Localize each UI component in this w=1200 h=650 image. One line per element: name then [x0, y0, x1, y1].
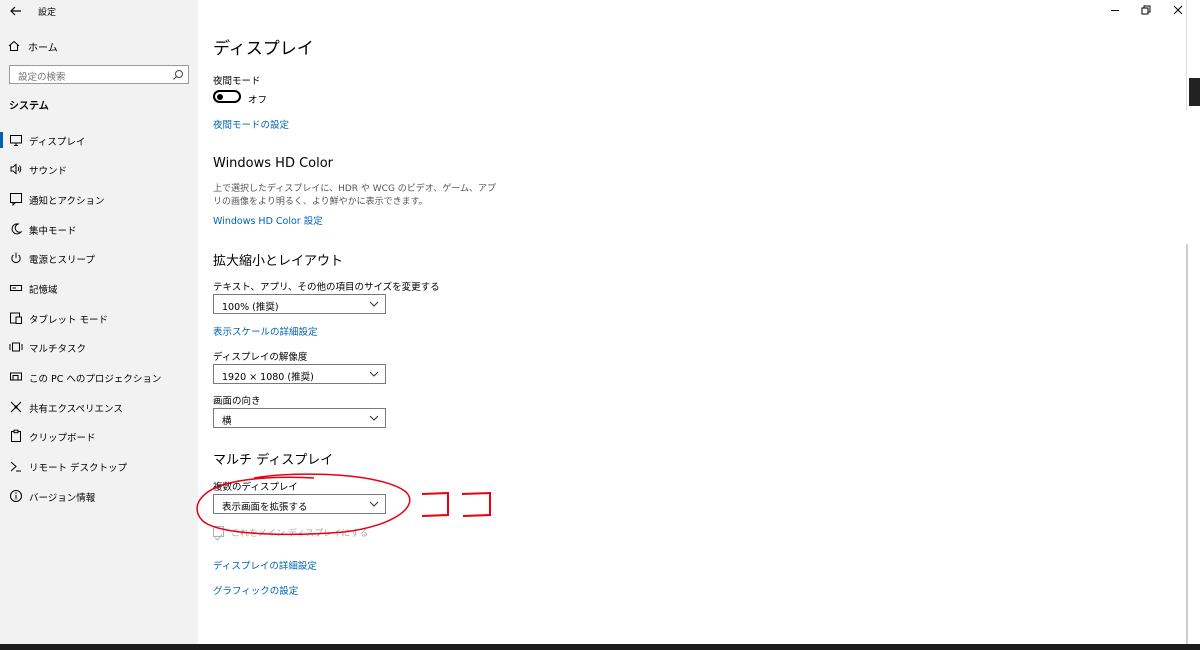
remote-icon	[10, 461, 21, 472]
indicator	[0, 191, 3, 207]
red-circle-annotation	[196, 473, 411, 536]
night-mode-state: オフ	[248, 95, 268, 106]
sidebar-item-label: 記憶域	[29, 285, 58, 296]
sidebar-item-label: マルチタスク	[29, 344, 87, 355]
clipboard-icon	[11, 429, 21, 442]
indicator	[0, 399, 3, 415]
indicator	[0, 221, 3, 237]
hd-color-description: 上で選択したディスプレイに、HDR や WCG のビデオ、ゲーム、アプリの画像を…	[213, 184, 496, 207]
sidebar-item-label: クリップボード	[29, 433, 96, 444]
sidebar-item-label: 通知とアクション	[29, 196, 105, 207]
sidebar-item-label: 電源とスリープ	[29, 255, 95, 266]
night-mode-settings-link[interactable]: 夜間モードの設定	[213, 117, 289, 131]
projection-icon	[10, 372, 22, 381]
night-mode-label: 夜間モード	[213, 76, 261, 87]
indicator	[0, 339, 3, 355]
indicator	[0, 250, 3, 266]
indicator	[0, 488, 3, 504]
multi-display-heading: マルチ ディスプレイ	[213, 453, 334, 468]
chevron-down-icon	[369, 371, 379, 377]
speaker-icon	[10, 163, 22, 175]
home-label: ホーム	[28, 42, 58, 54]
sidebar-item-multitask[interactable]: マルチタスク	[0, 335, 198, 359]
main-content: ディスプレイ 夜間モード オフ 夜間モードの設定 Windows HD Colo…	[198, 0, 1200, 644]
back-arrow-icon[interactable]	[8, 3, 24, 19]
taskbar	[0, 644, 1200, 650]
sidebar-item-power[interactable]: 電源とスリープ	[0, 246, 198, 270]
sidebar-item-projection[interactable]: この PC へのプロジェクション	[0, 365, 198, 389]
scale-dropdown[interactable]: 100% (推奨)	[213, 294, 386, 314]
night-mode-toggle[interactable]	[213, 90, 241, 103]
multitask-icon	[9, 342, 23, 352]
sidebar-item-shared[interactable]: 共有エクスペリエンス	[0, 395, 198, 419]
sidebar-item-storage[interactable]: 記憶域	[0, 276, 198, 300]
resolution-dropdown[interactable]: 1920 × 1080 (推奨)	[213, 364, 386, 384]
restore-icon[interactable]	[1140, 4, 1152, 16]
scale-layout-heading: 拡大縮小とレイアウト	[213, 254, 344, 269]
handwritten-annotation	[421, 491, 491, 517]
page-title: ディスプレイ	[213, 39, 314, 59]
indicator	[0, 310, 3, 326]
background-window-dark-area	[1189, 78, 1200, 106]
sidebar-item-label: リモート デスクトップ	[29, 463, 128, 474]
indicator	[0, 428, 3, 444]
scale-advanced-link[interactable]: 表示スケールの詳細設定	[213, 324, 318, 338]
power-icon	[11, 252, 21, 263]
indicator	[0, 161, 3, 177]
sidebar: 設定 ホーム 設定の検索 システム ディスプレイ サウンド 通知とアクション 集…	[0, 0, 198, 644]
orientation-label: 画面の向き	[213, 396, 261, 407]
background-window-edge	[1186, 0, 1200, 110]
home-link[interactable]: ホーム	[8, 38, 58, 54]
notification-icon	[10, 193, 22, 206]
sidebar-item-label: この PC へのプロジェクション	[29, 374, 162, 385]
home-icon	[8, 40, 20, 51]
sidebar-item-label: タブレット モード	[29, 315, 109, 326]
resolution-value: 1920 × 1080 (推奨)	[222, 372, 314, 383]
graphics-settings-link[interactable]: グラフィックの設定	[213, 583, 298, 597]
scale-label: テキスト、アプリ、その他の項目のサイズを変更する	[213, 282, 440, 293]
resolution-label: ディスプレイの解像度	[213, 352, 308, 363]
sidebar-item-sound[interactable]: サウンド	[0, 157, 198, 181]
section-title: システム	[9, 101, 49, 112]
active-indicator	[0, 132, 3, 148]
monitor-icon	[10, 135, 22, 146]
sidebar-item-notifications[interactable]: 通知とアクション	[0, 187, 198, 211]
chevron-down-icon	[369, 301, 379, 307]
tablet-icon	[10, 312, 22, 324]
hd-color-heading: Windows HD Color	[213, 156, 334, 171]
indicator	[0, 369, 3, 385]
sidebar-item-focus[interactable]: 集中モード	[0, 217, 198, 241]
title-bar: 設定	[0, 0, 198, 22]
info-icon	[10, 490, 22, 502]
app-title: 設定	[38, 8, 57, 18]
close-icon[interactable]	[1172, 4, 1184, 16]
search-input[interactable]: 設定の検索	[18, 69, 66, 83]
toggle-knob	[217, 93, 223, 100]
sidebar-item-label: サウンド	[29, 166, 68, 177]
sidebar-item-about[interactable]: バージョン情報	[0, 484, 198, 508]
sidebar-item-label: ディスプレイ	[29, 137, 86, 148]
scale-value: 100% (推奨)	[222, 302, 279, 313]
sidebar-item-remote-desktop[interactable]: リモート デスクトップ	[0, 454, 198, 478]
advanced-display-link[interactable]: ディスプレイの詳細設定	[213, 558, 317, 572]
sidebar-item-tablet[interactable]: タブレット モード	[0, 306, 198, 330]
hd-color-settings-link[interactable]: Windows HD Color 設定	[213, 213, 323, 227]
storage-icon	[10, 285, 22, 291]
indicator	[0, 280, 3, 296]
minimize-icon[interactable]	[1109, 4, 1121, 16]
sidebar-item-clipboard[interactable]: クリップボード	[0, 424, 198, 448]
sidebar-item-label: 共有エクスペリエンス	[29, 404, 123, 415]
sidebar-item-label: 集中モード	[29, 226, 77, 237]
indicator	[0, 458, 3, 474]
scrollbar[interactable]	[1186, 244, 1188, 644]
shared-icon	[10, 401, 22, 413]
orientation-dropdown[interactable]: 横	[213, 408, 386, 428]
orientation-value: 横	[222, 416, 232, 427]
sidebar-item-label: バージョン情報	[29, 493, 96, 504]
search-icon[interactable]	[172, 69, 184, 81]
search-box[interactable]: 設定の検索	[9, 65, 189, 84]
moon-icon	[11, 223, 23, 235]
sidebar-item-display[interactable]: ディスプレイ	[0, 128, 198, 152]
chevron-down-icon	[369, 415, 379, 421]
